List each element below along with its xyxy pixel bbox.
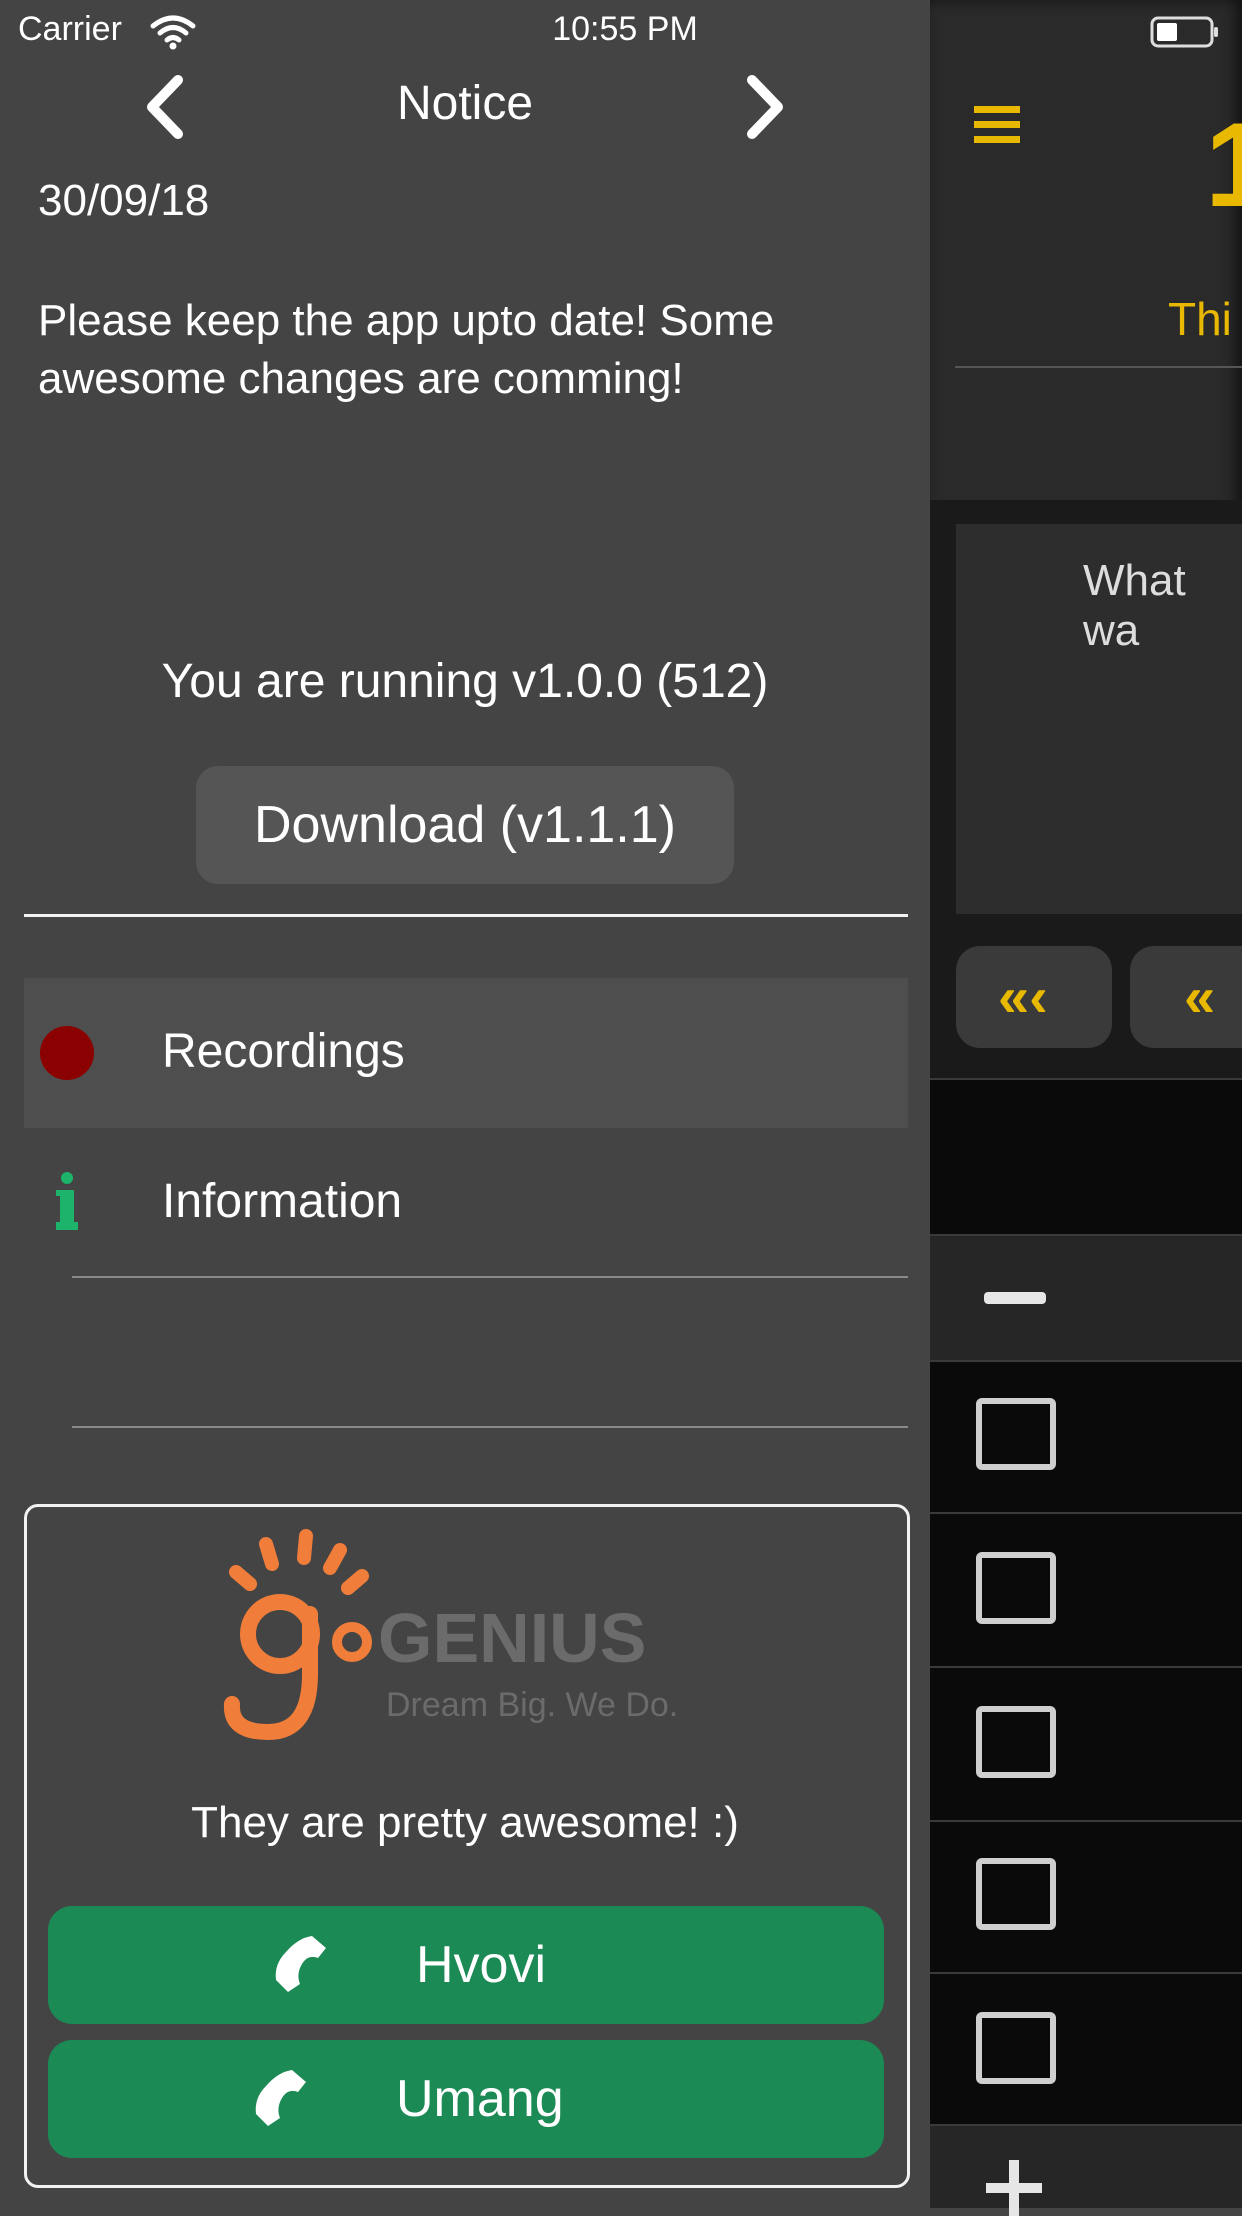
info-icon (56, 1172, 78, 1230)
call-button-label: Umang (396, 2070, 564, 2128)
triple-chevron-left-icon: «‹ (998, 965, 1048, 1028)
divider (72, 1276, 908, 1278)
checkbox[interactable] (976, 1858, 1056, 1930)
prompt-fragment: What wa (1083, 556, 1186, 655)
notice-date: 30/09/18 (38, 176, 210, 225)
divider (930, 1666, 1242, 1668)
gogenius-logo: GENIUS Dream Big. We Do. (223, 1529, 678, 1741)
divider (930, 1078, 1242, 1080)
menu-item-label[interactable]: Recordings (162, 1024, 405, 1079)
record-dot-icon (40, 1026, 94, 1080)
remove-row[interactable] (930, 1236, 1242, 1360)
double-chevron-left-icon: « (1184, 965, 1216, 1028)
download-button[interactable]: Download (v1.1.1) (196, 766, 734, 884)
call-button-label: Hvovi (416, 1936, 547, 1994)
call-hvovi-button[interactable]: Hvovi (48, 1906, 884, 2024)
notice-message: Please keep the app upto date! Some awes… (38, 296, 775, 403)
minus-icon[interactable] (984, 1292, 1046, 1304)
divider (930, 1820, 1242, 1822)
heading-fragment: Thi (1168, 293, 1232, 345)
menu-item-label[interactable]: Information (162, 1174, 402, 1229)
checkbox[interactable] (976, 1706, 1056, 1778)
battery-icon (1150, 16, 1218, 48)
checkbox[interactable] (976, 1552, 1056, 1624)
checkbox[interactable] (976, 2012, 1056, 2084)
add-row[interactable] (930, 2126, 1242, 2208)
phone-icon (275, 1936, 326, 1992)
divider (930, 1972, 1242, 1974)
chevron-right-icon[interactable] (740, 72, 790, 142)
hamburger-menu-icon[interactable] (974, 104, 1020, 146)
svg-text:GENIUS: GENIUS (378, 1599, 646, 1677)
svg-text:Dream Big. We Do.: Dream Big. We Do. (386, 1686, 678, 1724)
number-fragment: 1 (1205, 98, 1242, 232)
checkbox[interactable] (976, 1398, 1056, 1470)
menu-item-recordings[interactable] (24, 978, 908, 1128)
divider (72, 1426, 908, 1428)
call-umang-button[interactable]: Umang (48, 2040, 884, 2158)
page-title: Notice (396, 77, 534, 130)
version-text: You are running v1.0.0 (512) (161, 655, 769, 708)
rewind-far-button[interactable]: «‹ (956, 946, 1112, 1048)
divider (930, 1512, 1242, 1514)
sponsor-message: They are pretty awesome! :) (191, 1798, 739, 1847)
divider (930, 1360, 1242, 1362)
divider (955, 366, 1242, 368)
rewind-button[interactable]: « (1130, 946, 1242, 1048)
divider (24, 914, 908, 917)
phone-icon (255, 2070, 306, 2126)
